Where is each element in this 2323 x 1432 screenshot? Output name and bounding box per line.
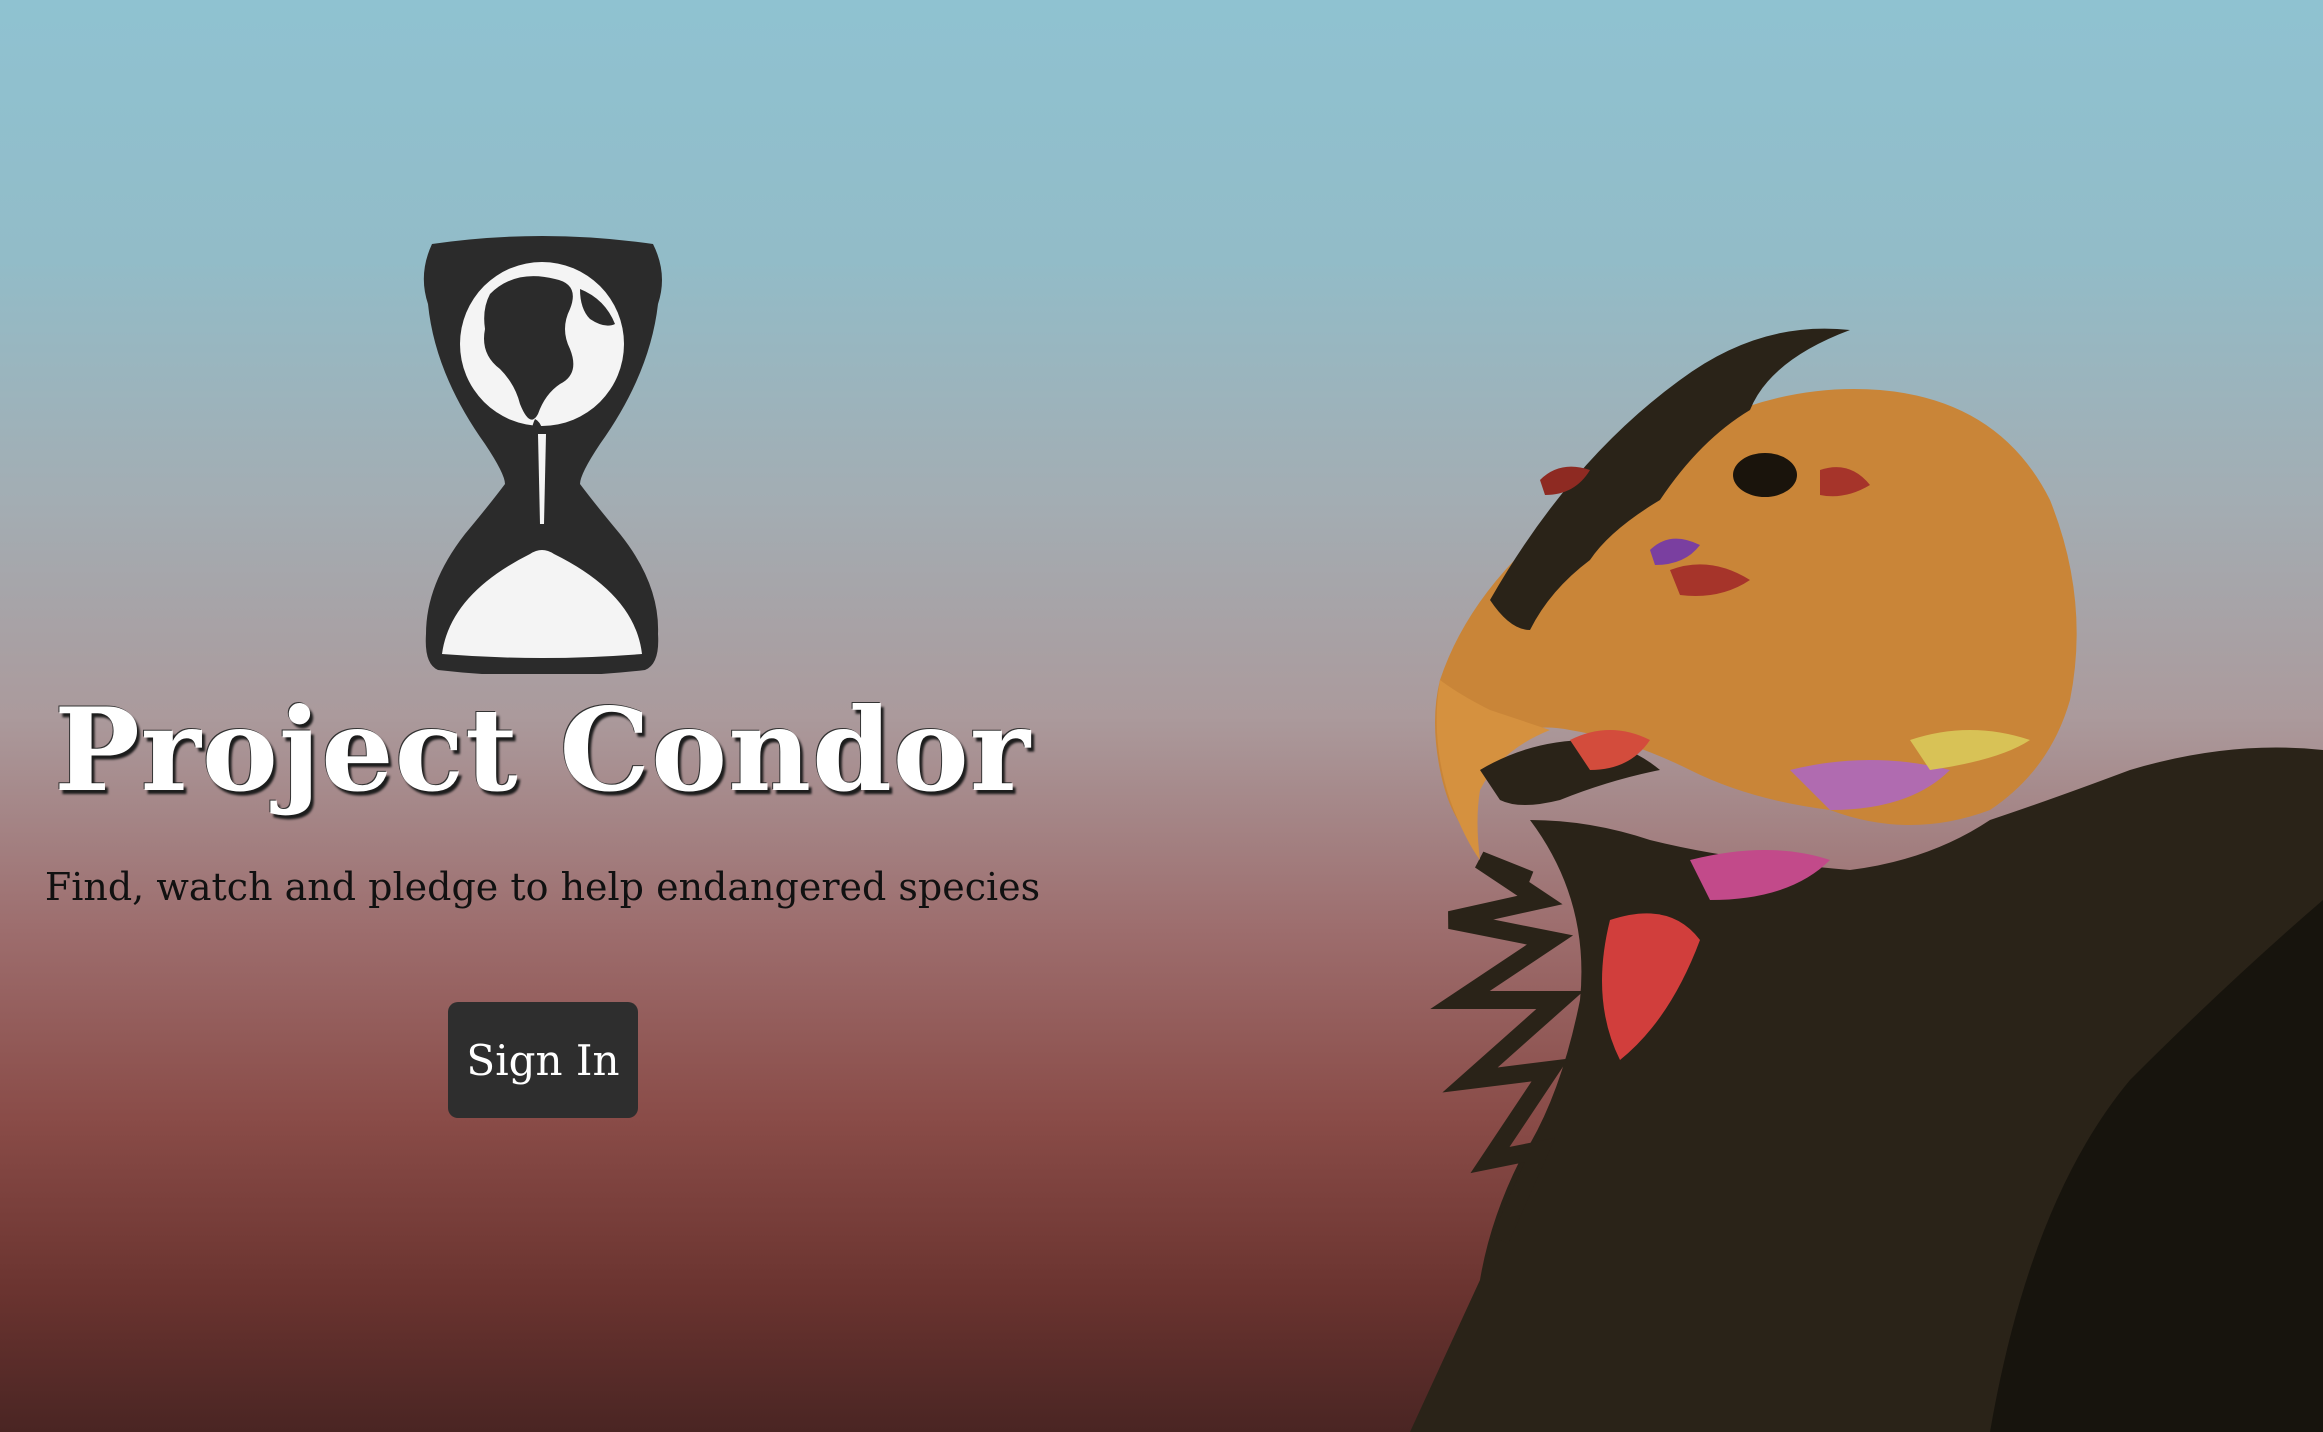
condor-illustration — [1410, 328, 2323, 1432]
hourglass-earth-icon — [423, 236, 662, 674]
page-title: Project Condor — [54, 683, 1031, 817]
sign-in-button[interactable]: Sign In — [448, 1002, 638, 1118]
tagline: Find, watch and pledge to help endangere… — [44, 865, 1041, 909]
landing-hero: Project Condor Find, watch and pledge to… — [0, 0, 2323, 1432]
